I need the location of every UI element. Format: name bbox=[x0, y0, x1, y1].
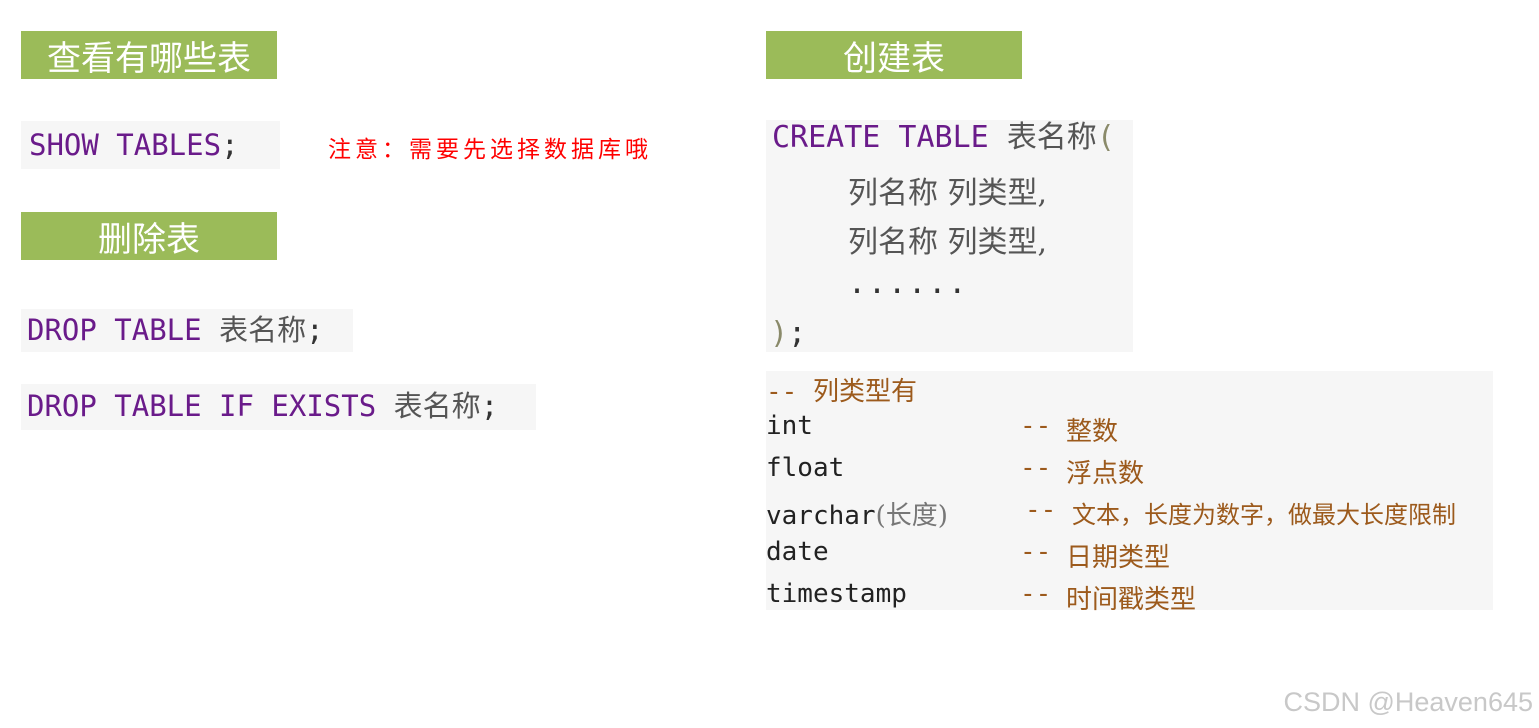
code-table-name: 表名称 bbox=[219, 313, 307, 347]
comment-dash: -- bbox=[1020, 579, 1052, 609]
code-line: CREATE TABLE 表名称( bbox=[772, 120, 1115, 156]
type-arg: (长度) bbox=[875, 501, 948, 531]
type-name: int bbox=[766, 411, 813, 441]
drop-table-heading: 删除表 bbox=[21, 212, 277, 260]
column-types-code: -- 列类型有 int -- 整数 float -- 浮点数 varchar(长度) --… bbox=[766, 371, 1493, 615]
code-line: ); bbox=[770, 316, 806, 351]
comment-dash: -- bbox=[1025, 495, 1057, 525]
code-keyword: DROP TABLE IF EXISTS bbox=[27, 389, 377, 423]
note-text: 注意：需要先选择数据库哦 bbox=[328, 137, 652, 163]
watermark: CSDN @Heaven645 bbox=[1283, 687, 1533, 717]
show-tables-code: SHOW TABLES; bbox=[21, 121, 280, 169]
code-semicolon: ; bbox=[788, 316, 807, 351]
code-ellipsis-line: ...... bbox=[848, 266, 969, 301]
code-column-line: 列名称 列类型, bbox=[848, 176, 1048, 211]
type-name: timestamp bbox=[766, 579, 907, 609]
code-semicolon: ; bbox=[306, 313, 324, 347]
comment-dash: -- bbox=[1020, 537, 1052, 567]
code-semicolon: ; bbox=[221, 128, 239, 162]
drop-table-if-exists-code: DROP TABLE IF EXISTS 表名称; bbox=[21, 384, 536, 430]
type-name: float bbox=[766, 453, 845, 483]
types-title-line: -- 列类型有 bbox=[766, 371, 917, 408]
comment-text: 时间戳类型 bbox=[1066, 585, 1197, 615]
type-name: date bbox=[766, 537, 829, 567]
type-row: varchar(长度) -- 文本，长度为数字，做最大长度限制 bbox=[766, 495, 1456, 532]
code-table-name: 表名称 bbox=[1006, 120, 1097, 155]
comment-text: 日期类型 bbox=[1066, 543, 1171, 573]
code-open-paren: ( bbox=[1096, 120, 1115, 155]
code-keyword: SHOW TABLES bbox=[29, 128, 222, 162]
create-table-heading: 创建表 bbox=[766, 31, 1022, 79]
comment-dash: -- bbox=[766, 377, 798, 407]
drop-table-code: DROP TABLE 表名称; bbox=[21, 309, 353, 352]
code-table-name: 表名称 bbox=[393, 389, 481, 423]
create-table-code: CREATE TABLE 表名称( 列名称 列类型, 列名称 列类型, ....… bbox=[766, 120, 1133, 352]
code-column-line: 列名称 列类型, bbox=[848, 225, 1048, 260]
type-name: varchar bbox=[766, 501, 876, 531]
show-tables-heading: 查看有哪些表 bbox=[21, 31, 277, 79]
code-semicolon: ; bbox=[480, 389, 499, 423]
comment-text: 列类型有 bbox=[812, 377, 917, 407]
comment-dash: -- bbox=[1020, 453, 1052, 483]
type-row: date -- 日期类型 bbox=[766, 537, 1170, 573]
comment-dash: -- bbox=[1020, 411, 1052, 441]
type-row: float -- 浮点数 bbox=[766, 453, 1144, 489]
comment-text: 整数 bbox=[1066, 417, 1119, 447]
code-keyword: CREATE TABLE bbox=[772, 120, 989, 155]
type-row: int -- 整数 bbox=[766, 411, 1118, 447]
code-close-paren: ) bbox=[770, 316, 789, 351]
code-keyword: DROP TABLE bbox=[27, 313, 202, 347]
comment-text: 文本，长度为数字，做最大长度限制 bbox=[1072, 501, 1456, 529]
type-row: timestamp -- 时间戳类型 bbox=[766, 579, 1196, 615]
comment-text: 浮点数 bbox=[1066, 459, 1145, 489]
